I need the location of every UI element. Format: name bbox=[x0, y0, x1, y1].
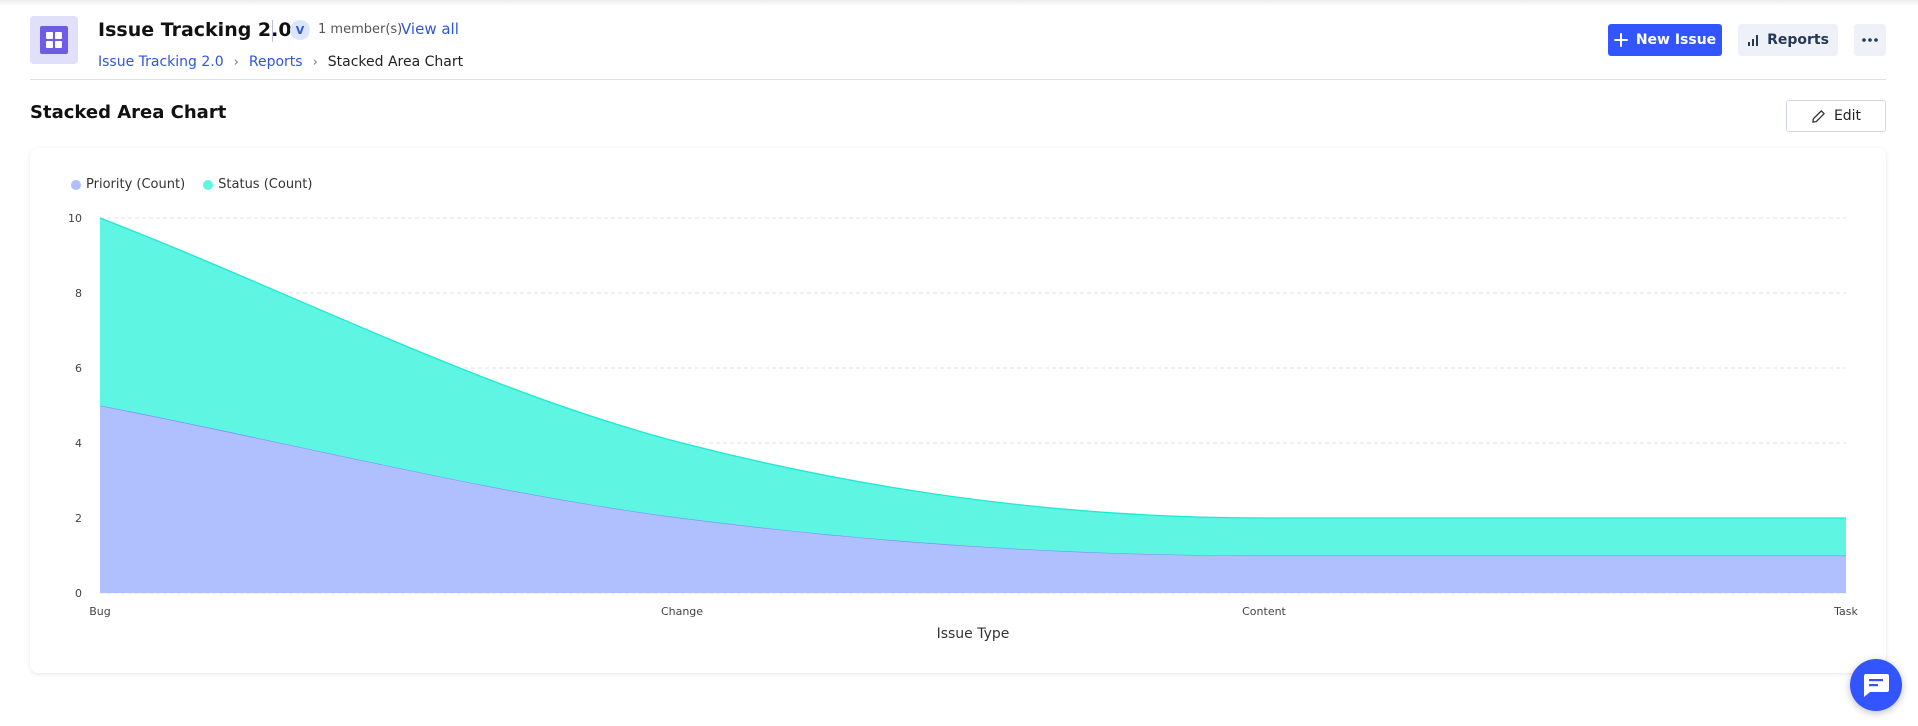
x-tick-label: Bug bbox=[89, 605, 111, 618]
x-tick-label: Content bbox=[1242, 605, 1286, 618]
y-tick-label: 2 bbox=[75, 512, 82, 525]
x-tick-label: Task bbox=[1833, 605, 1858, 618]
y-tick-label: 8 bbox=[75, 287, 82, 300]
y-tick-label: 0 bbox=[75, 587, 82, 600]
y-tick-label: 6 bbox=[75, 362, 82, 375]
x-axis-label: Issue Type bbox=[937, 626, 1010, 642]
chat-icon bbox=[1864, 674, 1889, 697]
areas bbox=[99, 217, 1846, 593]
y-tick-label: 10 bbox=[68, 212, 82, 225]
y-axis-ticks: 0 2 4 6 8 10 bbox=[68, 212, 82, 600]
x-axis-ticks: Bug Change Content Task bbox=[89, 605, 1858, 618]
stacked-area-chart: 0 2 4 6 8 10 Bug Change Content Task Issue Type bbox=[68, 212, 1858, 642]
y-tick-label: 4 bbox=[75, 437, 82, 450]
chat-button[interactable] bbox=[1850, 659, 1902, 711]
x-tick-label: Change bbox=[661, 605, 703, 618]
